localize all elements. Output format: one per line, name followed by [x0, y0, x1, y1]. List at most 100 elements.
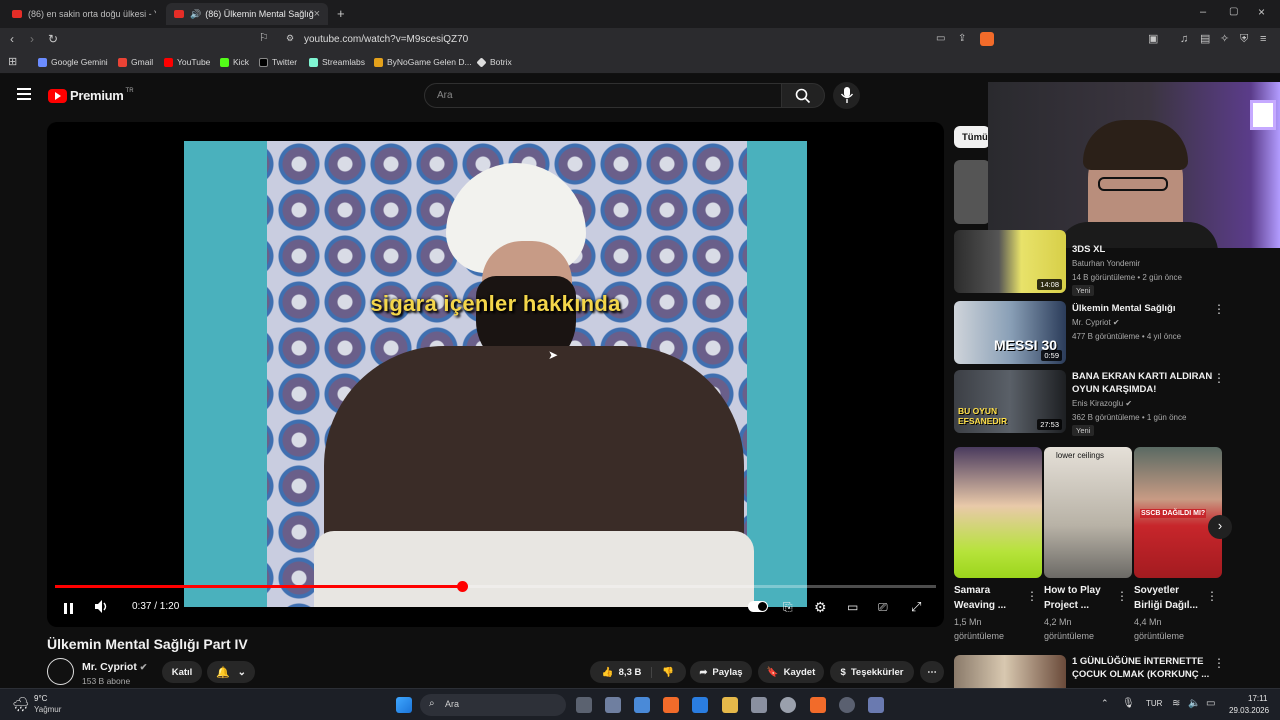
- more-actions-button[interactable]: ⋯: [920, 661, 944, 683]
- new-tab-icon[interactable]: +: [337, 7, 345, 20]
- sidebar-channel-2[interactable]: Mr. Cypriot ✔: [1072, 317, 1120, 328]
- window-close-icon[interactable]: ×: [1258, 6, 1265, 18]
- more-vertical-icon[interactable]: ⋮: [1206, 589, 1218, 603]
- bookmark-page-icon[interactable]: ⚐: [259, 33, 269, 44]
- sidebar-video-title-4-line2[interactable]: ÇOCUK OLMAK (KORKUNÇ ...: [1072, 669, 1209, 681]
- short-title-1-line2[interactable]: Weaving ...: [954, 599, 1006, 613]
- app-icon[interactable]: [868, 697, 884, 713]
- sidebar-thumb-3[interactable]: BU OYUN EFSANEDIR 27:53: [954, 370, 1066, 433]
- more-vertical-icon[interactable]: ⋮: [1213, 371, 1225, 385]
- bookmark-botrix[interactable]: Botrix: [476, 56, 512, 68]
- short-thumb-2[interactable]: lower ceilings: [1044, 447, 1132, 578]
- short-thumb-3[interactable]: SSCB DAĞILDI MI?: [1134, 447, 1222, 578]
- wallet-icon[interactable]: ▤: [1200, 34, 1210, 45]
- more-vertical-icon[interactable]: ⋮: [1116, 589, 1128, 603]
- tray-overflow-icon[interactable]: ⌃: [1101, 698, 1109, 709]
- sidebar-thumb-1[interactable]: 14:08: [954, 230, 1066, 293]
- sidebar-icon[interactable]: ▣: [1148, 34, 1158, 45]
- channel-avatar[interactable]: [47, 658, 74, 685]
- settings-app-icon[interactable]: [780, 697, 796, 713]
- brave-shields-icon[interactable]: [980, 32, 994, 46]
- cast-icon[interactable]: ⎚: [878, 600, 888, 615]
- sidebar-channel-1[interactable]: Baturhan Yondemir: [1072, 258, 1140, 269]
- reload-icon[interactable]: ↻: [48, 33, 58, 45]
- bookmark-youtube[interactable]: YouTube: [164, 57, 210, 67]
- dislike-button[interactable]: 👎: [652, 667, 674, 678]
- volume-button[interactable]: [95, 600, 109, 613]
- url-box[interactable]: ⚐ ⚙ youtube.com/watch?v=M9scesiQZ70 ▭ ⇪: [256, 31, 1000, 49]
- task-view-icon[interactable]: [576, 697, 592, 713]
- maximize-icon[interactable]: ▢: [1229, 7, 1238, 17]
- bookmark-gmail[interactable]: Gmail: [118, 57, 153, 67]
- sidebar-thumb-2[interactable]: MESSI 30 0:59: [954, 301, 1066, 364]
- language-indicator[interactable]: TUR: [1146, 699, 1162, 708]
- wifi-icon[interactable]: ≋: [1172, 698, 1180, 709]
- voice-search-button[interactable]: [833, 82, 860, 109]
- bookmark-bynogame[interactable]: ByNoGame Gelen D...: [374, 57, 472, 67]
- site-info-icon[interactable]: ⚙: [286, 34, 294, 43]
- browser-tab-2[interactable]: 🔊 (86) Ülkemin Mental Sağlığı P ×: [166, 3, 328, 25]
- cast-icon[interactable]: ▭: [936, 34, 945, 44]
- sidebar-video-title-4-line1[interactable]: 1 GÜNLÜĞÜNE İNTERNETTE: [1072, 656, 1203, 668]
- more-vertical-icon[interactable]: ⋮: [1026, 589, 1038, 603]
- short-title-2-line1[interactable]: How to Play: [1044, 584, 1101, 598]
- search-input[interactable]: Ara: [424, 83, 782, 108]
- brave-app-icon[interactable]: [663, 697, 679, 713]
- chip-all[interactable]: Tümü: [954, 126, 990, 148]
- video-player[interactable]: sigara içenler hakkında ➤ 0:37 / 1:20 ⎘ …: [47, 122, 944, 627]
- notifications-button[interactable]: 🔔 ⌄: [207, 661, 255, 683]
- battery-icon[interactable]: ▭: [1206, 698, 1215, 709]
- speaker-icon[interactable]: 🔈: [1188, 698, 1200, 709]
- weather-desc[interactable]: Yağmur: [34, 705, 61, 714]
- outlook-app-icon[interactable]: [692, 697, 708, 713]
- windows-start-icon[interactable]: [396, 697, 412, 713]
- close-tab-icon[interactable]: ×: [314, 8, 320, 20]
- search-button[interactable]: [781, 83, 825, 108]
- sidebar-thumb-4[interactable]: [954, 655, 1066, 688]
- clock-time[interactable]: 17:11: [1248, 694, 1267, 703]
- browser-tab-1[interactable]: (86) en sakin orta doğu ülkesi - YouT: [4, 3, 164, 25]
- more-vertical-icon[interactable]: ⋮: [1213, 302, 1225, 316]
- store-app-icon[interactable]: [751, 697, 767, 713]
- sidebar-video-title-3-line2[interactable]: OYUN KARŞIMDA!: [1072, 384, 1156, 396]
- forward-icon[interactable]: ›: [30, 33, 34, 45]
- brave-active-app-icon[interactable]: [810, 697, 826, 713]
- fullscreen-icon[interactable]: ⤢: [911, 599, 921, 615]
- short-thumb-1[interactable]: [954, 447, 1042, 578]
- apps-grid-icon[interactable]: ⊞: [8, 57, 17, 68]
- pause-button[interactable]: [63, 601, 74, 614]
- short-title-1-line1[interactable]: Samara: [954, 584, 990, 598]
- leo-ai-icon[interactable]: ✧: [1220, 34, 1229, 45]
- sidebar-channel-3[interactable]: Enis Kirazoglu ✔: [1072, 398, 1132, 409]
- sidebar-thumb-partial[interactable]: [954, 160, 990, 224]
- subtitles-icon[interactable]: ⎘: [783, 600, 793, 615]
- weather-temp[interactable]: 9°C: [34, 694, 47, 703]
- progress-bar[interactable]: [55, 581, 936, 592]
- photos-app-icon[interactable]: [605, 697, 621, 713]
- sidebar-video-title-2[interactable]: Ülkemin Mental Sağlığı: [1072, 303, 1175, 315]
- bookmark-twitter[interactable]: Twitter: [259, 57, 297, 67]
- file-explorer-icon[interactable]: [722, 697, 738, 713]
- menu-icon[interactable]: ≡: [1260, 34, 1266, 45]
- bookmark-gemini[interactable]: Google Gemini: [38, 57, 108, 67]
- miniplayer-icon[interactable]: ▭: [847, 600, 858, 614]
- short-title-2-line2[interactable]: Project ...: [1044, 599, 1089, 613]
- bookmark-streamlabs[interactable]: Streamlabs: [309, 57, 365, 67]
- obs-app-icon[interactable]: [839, 697, 855, 713]
- calculator-app-icon[interactable]: [634, 697, 650, 713]
- taskbar-search-box[interactable]: ⌕ Ara: [420, 694, 566, 716]
- back-icon[interactable]: ‹: [10, 33, 14, 45]
- sidebar-video-title-3-line1[interactable]: BANA EKRAN KARTI ALDIRAN: [1072, 371, 1212, 383]
- like-button[interactable]: 👍 8,3 B: [602, 666, 653, 678]
- short-title-3-line2[interactable]: Birliği Dağıl...: [1134, 599, 1198, 613]
- thanks-button[interactable]: $ Teşekkürler: [830, 661, 914, 683]
- share-page-icon[interactable]: ⇪: [958, 34, 966, 44]
- hamburger-menu-icon[interactable]: [17, 88, 31, 100]
- more-vertical-icon[interactable]: ⋮: [1213, 656, 1225, 670]
- sidebar-video-title-1[interactable]: 3DS XL: [1072, 244, 1105, 256]
- music-icon[interactable]: ♫: [1180, 34, 1188, 45]
- clock-date[interactable]: 29.03.2026: [1229, 706, 1269, 715]
- vpn-icon[interactable]: ⛨: [1240, 34, 1248, 45]
- youtube-premium-logo[interactable]: Premium TR: [48, 88, 134, 103]
- join-button[interactable]: Katıl: [162, 661, 202, 683]
